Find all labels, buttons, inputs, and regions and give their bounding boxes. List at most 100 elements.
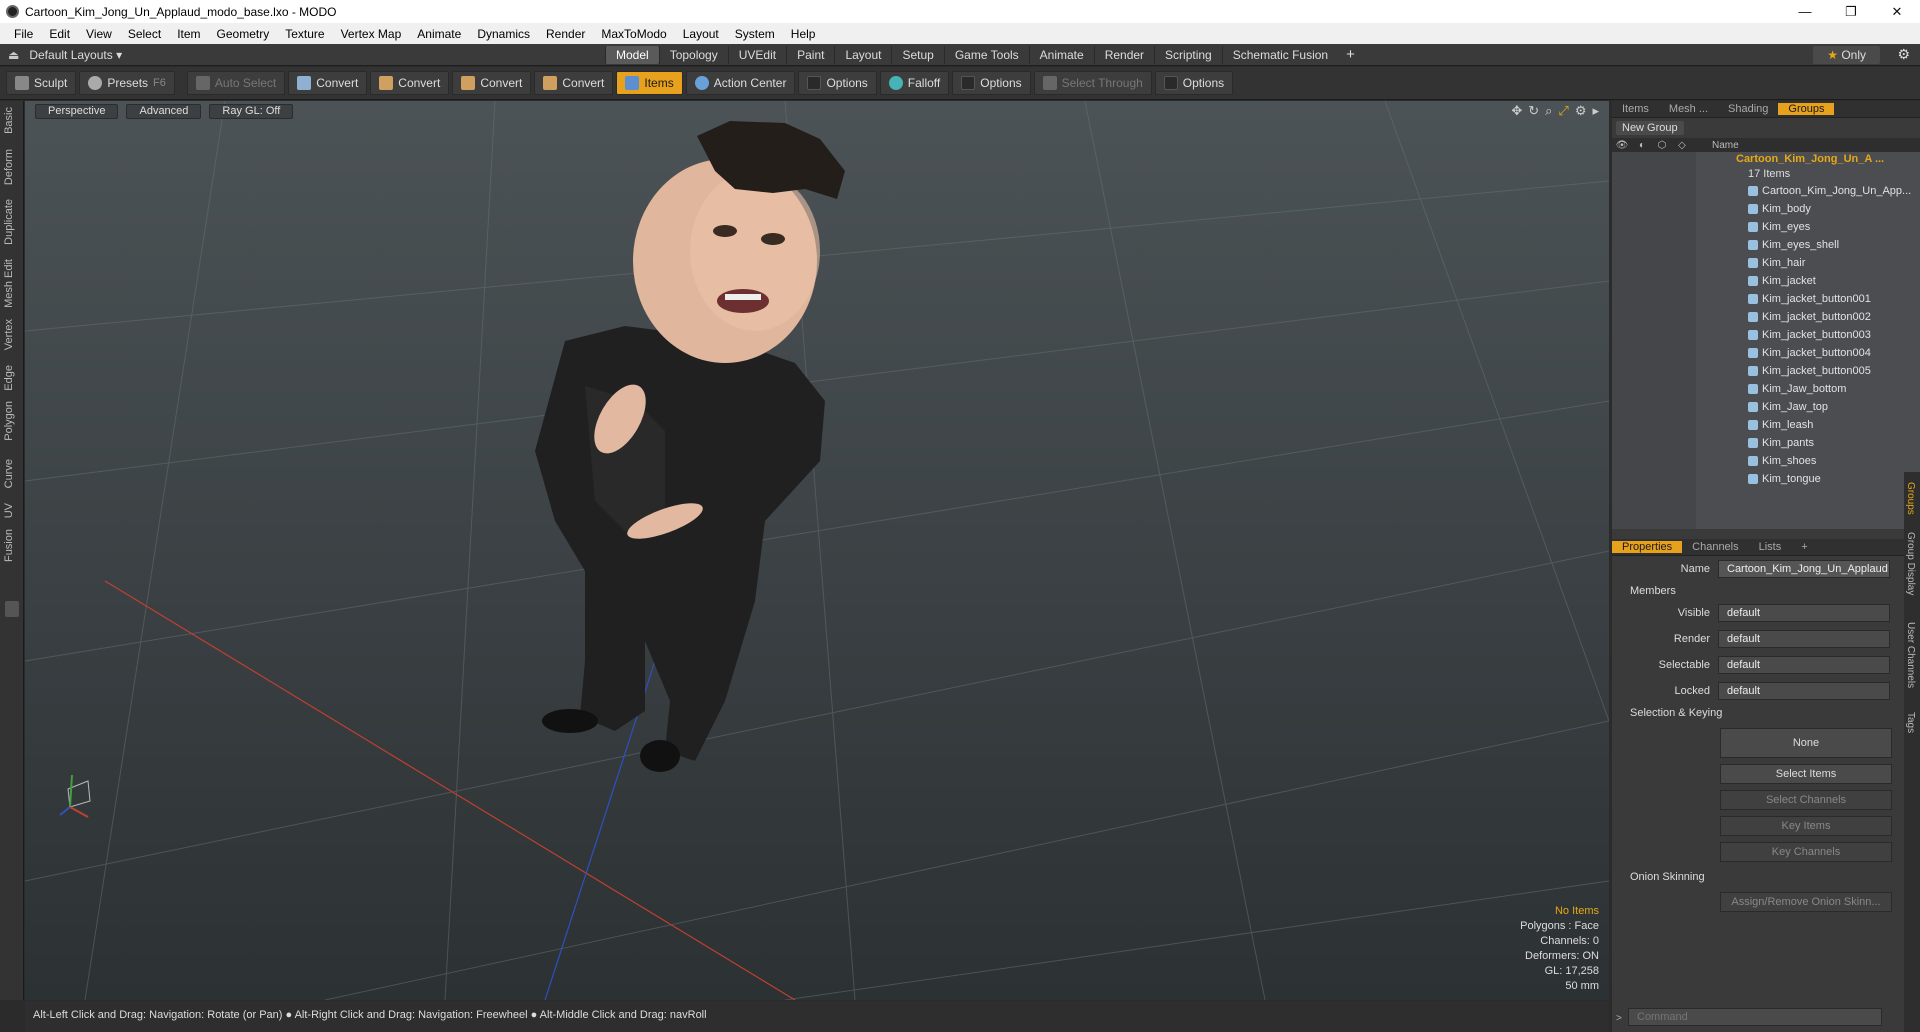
- menu-file[interactable]: File: [6, 27, 41, 41]
- menu-item[interactable]: Item: [169, 27, 208, 41]
- list-item[interactable]: Cartoon_Kim_Jong_Un_App...: [1612, 182, 1920, 200]
- side-tab-group-display[interactable]: Group Display: [1905, 532, 1916, 595]
- convert-button-2[interactable]: Convert: [370, 71, 450, 95]
- move-view-icon[interactable]: ✥: [1511, 103, 1522, 119]
- options-button-3[interactable]: Options: [1154, 71, 1234, 95]
- maximize-button[interactable]: ❐: [1828, 4, 1874, 20]
- sculpt-button[interactable]: Sculpt: [6, 71, 77, 95]
- menu-edit[interactable]: Edit: [41, 27, 78, 41]
- select-channels-button[interactable]: Select Channels: [1720, 790, 1892, 810]
- tab-mesh-edit[interactable]: Mesh Edit: [3, 259, 15, 308]
- tab-polygon[interactable]: Polygon: [3, 401, 15, 441]
- select-items-button[interactable]: Select Items: [1720, 764, 1892, 784]
- tab-render[interactable]: Render: [1093, 45, 1154, 64]
- list-item[interactable]: Kim_jacket_button003: [1612, 326, 1920, 344]
- tab-model[interactable]: Model: [605, 45, 659, 64]
- zoom-view-icon[interactable]: ⌕: [1545, 103, 1552, 119]
- close-button[interactable]: ✕: [1874, 4, 1920, 20]
- 3d-viewport[interactable]: Perspective Advanced Ray GL: Off ✥ ↻ ⌕ ⤢…: [25, 101, 1609, 1000]
- list-item[interactable]: Kim_leash: [1612, 416, 1920, 434]
- list-item[interactable]: Kim_jacket: [1612, 272, 1920, 290]
- side-tab-groups[interactable]: Groups: [1905, 482, 1916, 515]
- new-group-button[interactable]: New Group: [1616, 121, 1684, 135]
- tab-curve[interactable]: Curve: [3, 459, 15, 488]
- select-through-button[interactable]: Select Through: [1033, 71, 1152, 95]
- tab-basic[interactable]: Basic: [3, 107, 15, 134]
- list-item[interactable]: Kim_eyes_shell: [1612, 236, 1920, 254]
- minimize-button[interactable]: —: [1782, 4, 1828, 20]
- options-button-1[interactable]: Options: [798, 71, 877, 95]
- convert-button-4[interactable]: Convert: [534, 71, 614, 95]
- add-tab-button[interactable]: +: [1338, 46, 1363, 63]
- only-button[interactable]: ★ Only: [1813, 45, 1880, 64]
- locked-dropdown[interactable]: default: [1718, 682, 1890, 700]
- key-channels-button[interactable]: Key Channels: [1720, 842, 1892, 862]
- assign-remove-onion-button[interactable]: Assign/Remove Onion Skinn...: [1720, 892, 1892, 912]
- list-item[interactable]: Kim_body: [1612, 200, 1920, 218]
- list-item[interactable]: Kim_eyes: [1612, 218, 1920, 236]
- convert-button-1[interactable]: Convert: [288, 71, 368, 95]
- tab-deform[interactable]: Deform: [3, 149, 15, 185]
- viewport-settings-icon[interactable]: ⚙: [1575, 103, 1587, 119]
- menu-vertex-map[interactable]: Vertex Map: [333, 27, 410, 41]
- convert-button-3[interactable]: Convert: [452, 71, 532, 95]
- tab-uv[interactable]: UV: [3, 503, 15, 518]
- menu-help[interactable]: Help: [783, 27, 824, 41]
- name-column-header[interactable]: Name: [1692, 140, 1739, 151]
- eye-icon[interactable]: 👁: [1612, 140, 1632, 151]
- menu-render[interactable]: Render: [538, 27, 593, 41]
- side-tab-tags[interactable]: Tags: [1905, 712, 1916, 733]
- render-icon[interactable]: ◐: [1632, 140, 1652, 151]
- tab-lists[interactable]: Lists: [1749, 541, 1792, 553]
- shading-dropdown[interactable]: Advanced: [126, 104, 202, 119]
- group-row[interactable]: Cartoon_Kim_Jong_Un_A ...: [1612, 152, 1920, 167]
- layout-menu-icon[interactable]: ⏏: [8, 48, 19, 62]
- falloff-button[interactable]: Falloff: [879, 71, 950, 95]
- lock-icon[interactable]: ⬡: [1652, 140, 1672, 151]
- panel-toggle-button[interactable]: [5, 601, 19, 617]
- menu-select[interactable]: Select: [120, 27, 169, 41]
- tab-setup[interactable]: Setup: [891, 45, 943, 64]
- tab-layout[interactable]: Layout: [834, 45, 891, 64]
- tab-game-tools[interactable]: Game Tools: [943, 45, 1029, 64]
- command-input[interactable]: [1628, 1008, 1882, 1026]
- render-dropdown[interactable]: default: [1718, 630, 1890, 648]
- list-item[interactable]: Kim_shoes: [1612, 452, 1920, 470]
- tab-items[interactable]: Items: [1612, 103, 1659, 115]
- list-item[interactable]: Kim_hair: [1612, 254, 1920, 272]
- auto-select-button[interactable]: Auto Select: [186, 71, 286, 95]
- tab-scripting[interactable]: Scripting: [1154, 45, 1222, 64]
- selectable-dropdown[interactable]: default: [1718, 656, 1890, 674]
- menu-texture[interactable]: Texture: [277, 27, 332, 41]
- tab-groups[interactable]: Groups: [1778, 103, 1835, 115]
- tab-uvedit[interactable]: UVEdit: [727, 45, 786, 64]
- presets-button[interactable]: Presets F6: [79, 71, 175, 95]
- group-name-field[interactable]: Cartoon_Kim_Jong_Un_Applaud: [1718, 560, 1890, 578]
- list-item[interactable]: Kim_Jaw_bottom: [1612, 380, 1920, 398]
- tab-edge[interactable]: Edge: [3, 365, 15, 391]
- members-section[interactable]: Members: [1612, 582, 1920, 600]
- items-button[interactable]: Items: [616, 71, 683, 95]
- add-properties-tab[interactable]: +: [1791, 541, 1817, 553]
- selection-keying-section[interactable]: Selection & Keying: [1612, 704, 1920, 722]
- side-tab-user-channels[interactable]: User Channels: [1905, 622, 1916, 688]
- menu-maxtomodo[interactable]: MaxToModo: [593, 27, 674, 41]
- raygl-button[interactable]: Ray GL: Off: [209, 104, 294, 119]
- tab-paint[interactable]: Paint: [786, 45, 834, 64]
- menu-system[interactable]: System: [727, 27, 783, 41]
- action-center-button[interactable]: Action Center: [685, 71, 796, 95]
- list-item[interactable]: Kim_Jaw_top: [1612, 398, 1920, 416]
- view-type-dropdown[interactable]: Perspective: [35, 104, 119, 119]
- viewport-menu-icon[interactable]: ▸: [1592, 103, 1599, 119]
- tab-duplicate[interactable]: Duplicate: [3, 199, 15, 245]
- gear-icon[interactable]: ⚙: [1897, 46, 1910, 63]
- tab-vertex[interactable]: Vertex: [3, 319, 15, 350]
- onion-skinning-section[interactable]: Onion Skinning: [1612, 868, 1920, 886]
- maximize-view-icon[interactable]: ⤢: [1558, 103, 1568, 119]
- layout-dropdown[interactable]: Default Layouts ▾: [29, 48, 122, 62]
- rotate-view-icon[interactable]: ↻: [1528, 103, 1539, 119]
- tab-schematic-fusion[interactable]: Schematic Fusion: [1221, 45, 1338, 64]
- menu-geometry[interactable]: Geometry: [209, 27, 278, 41]
- tab-shading[interactable]: Shading: [1718, 103, 1778, 115]
- tab-fusion[interactable]: Fusion: [3, 529, 15, 562]
